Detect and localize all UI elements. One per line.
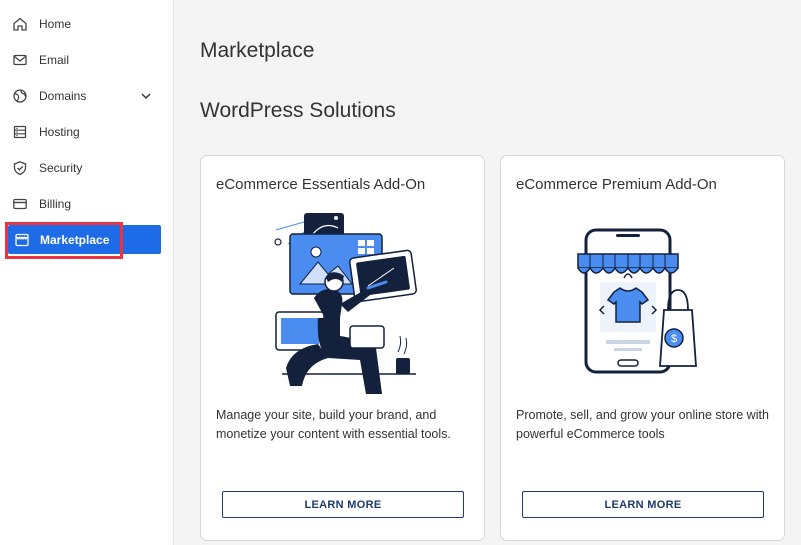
card-description: Promote, sell, and grow your online stor… — [516, 408, 769, 441]
sidebar-item-label: Marketplace — [40, 233, 110, 247]
sidebar-item-security[interactable]: Security — [0, 153, 174, 183]
designer-at-screens-illustration — [274, 213, 417, 394]
card-title: eCommerce Essentials Add-On — [216, 176, 426, 193]
credit-card-icon — [13, 198, 27, 210]
server-icon — [13, 125, 27, 139]
sidebar-item-home[interactable]: Home — [0, 9, 174, 39]
phone-storefront-illustration: $ — [577, 228, 697, 374]
sidebar-item-label: Billing — [39, 197, 72, 211]
sidebar-item-hosting[interactable]: Hosting — [0, 117, 174, 147]
section-title: WordPress Solutions — [200, 99, 396, 122]
globe-icon — [13, 89, 27, 103]
sidebar-item-label: Security — [39, 161, 83, 175]
sidebar: Home Email Domains Hosting Security Bill… — [0, 0, 174, 545]
sidebar-item-billing[interactable]: Billing — [0, 189, 174, 219]
main-content: Marketplace WordPress Solutions eCommerc… — [175, 0, 801, 545]
page-title: Marketplace — [200, 39, 315, 62]
learn-more-button[interactable]: LEARN MORE — [222, 491, 464, 518]
addon-card-essentials: eCommerce Essentials Add-On Manage your … — [200, 155, 485, 541]
home-icon — [13, 17, 27, 31]
addon-card-premium: eCommerce Premium Add-On $ Promote, sell — [500, 155, 785, 541]
card-description: Manage your site, build your brand, and … — [216, 408, 451, 441]
storefront-icon — [15, 233, 29, 247]
mail-icon — [13, 54, 27, 66]
learn-more-button[interactable]: LEARN MORE — [522, 491, 764, 518]
sidebar-item-domains[interactable]: Domains — [0, 81, 174, 111]
sidebar-item-email[interactable]: Email — [0, 45, 174, 75]
sidebar-item-label: Hosting — [39, 125, 80, 139]
sidebar-item-label: Home — [39, 17, 72, 31]
svg-text:$: $ — [671, 333, 677, 345]
sidebar-item-marketplace[interactable]: Marketplace — [8, 225, 161, 254]
sidebar-item-label: Email — [39, 53, 70, 67]
shield-icon — [13, 161, 27, 176]
card-title: eCommerce Premium Add-On — [516, 176, 717, 193]
sidebar-item-label: Domains — [39, 89, 87, 103]
chevron-down-icon[interactable] — [140, 91, 152, 101]
